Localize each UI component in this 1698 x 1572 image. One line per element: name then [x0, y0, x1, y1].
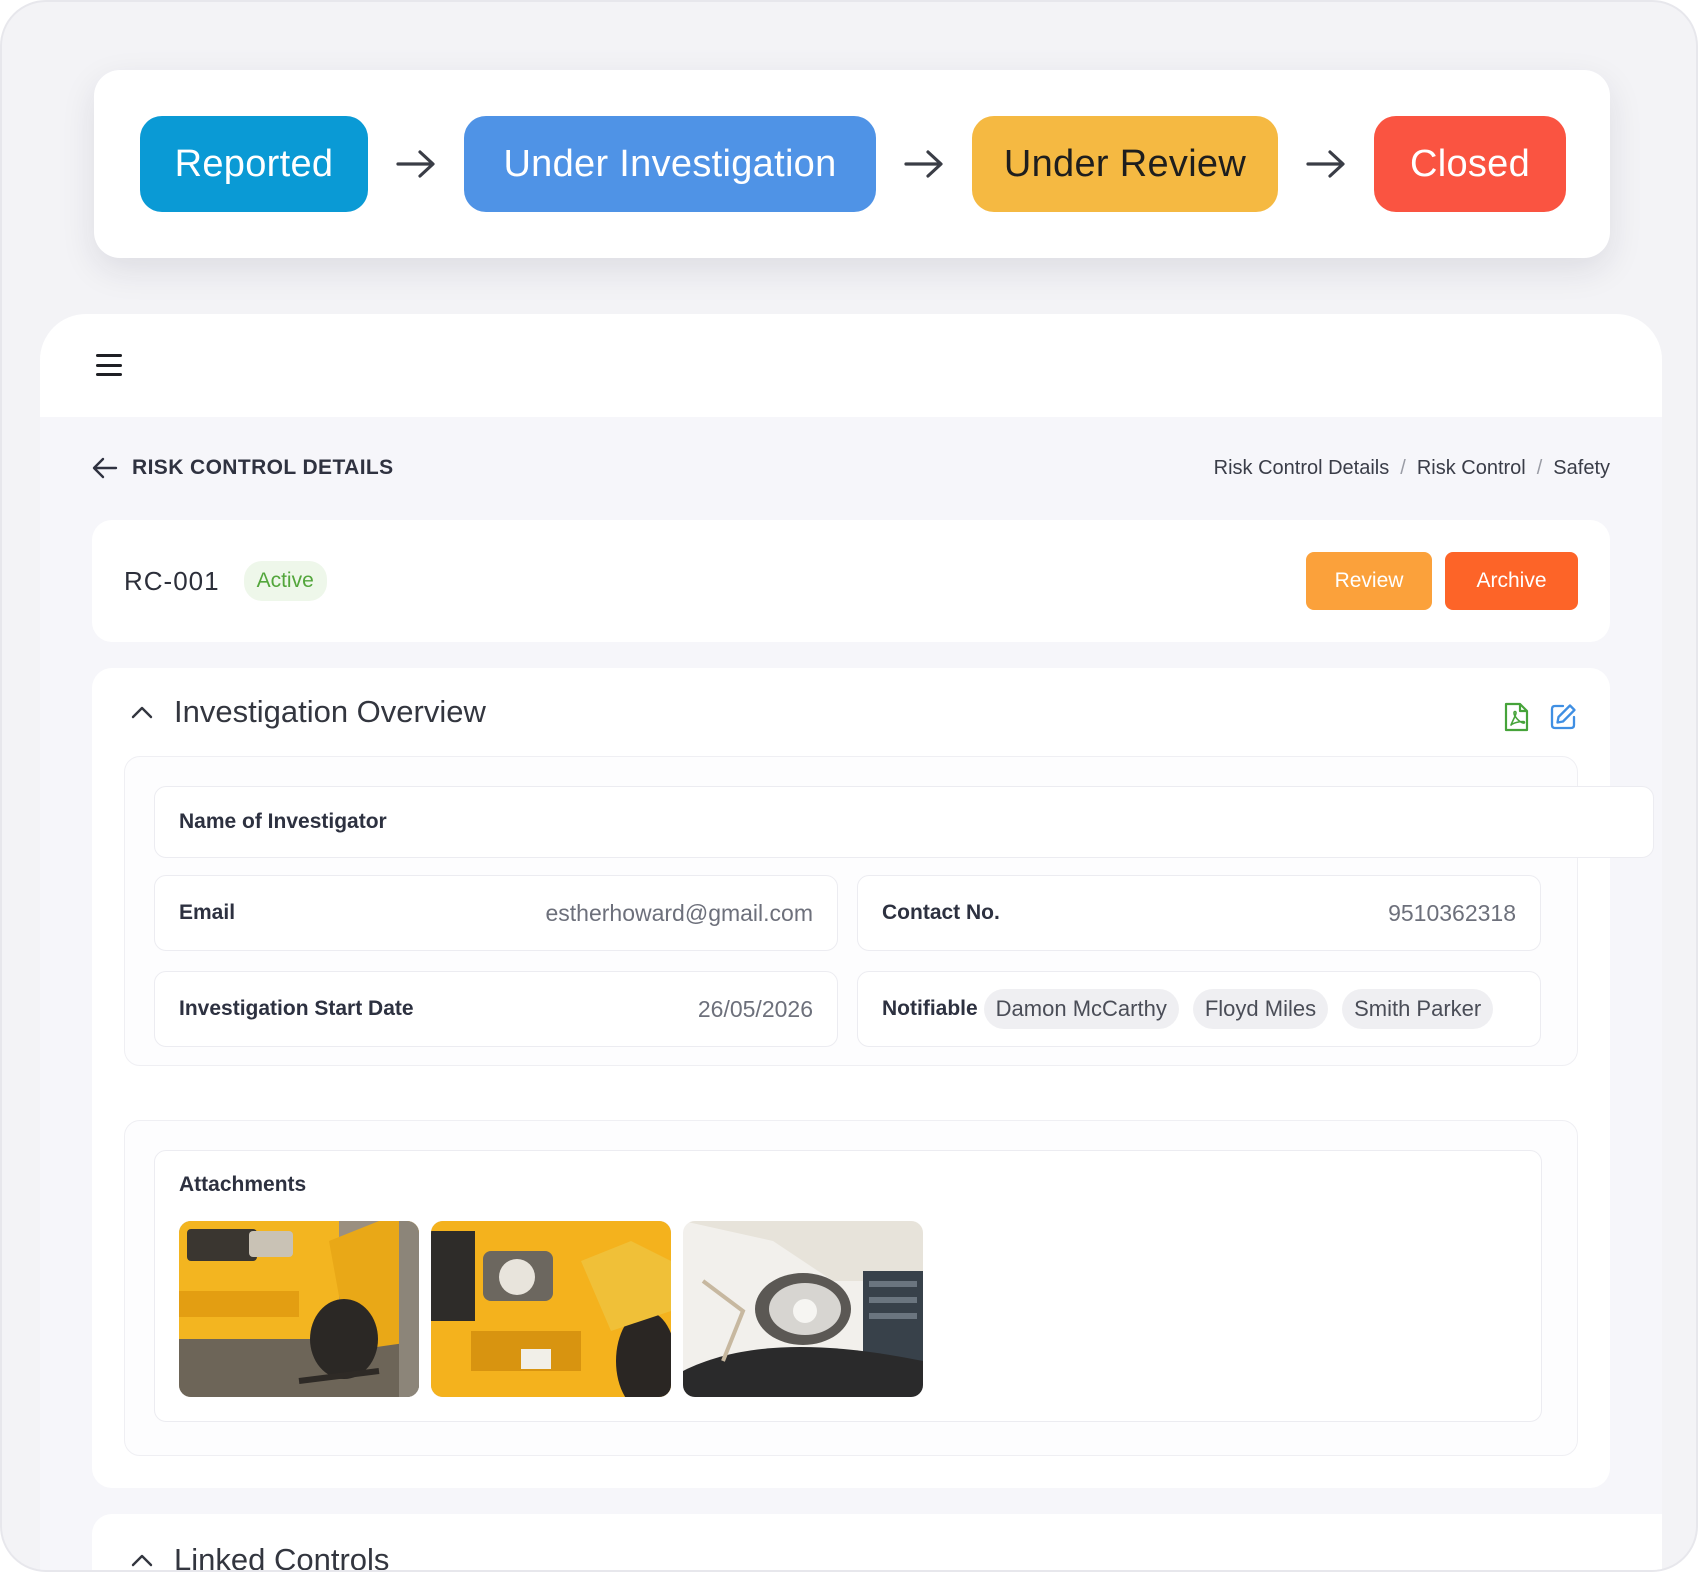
status-badge: Active [243, 561, 327, 601]
record-actions: Review Archive [1306, 552, 1578, 610]
notifiable-label: Notifiable [882, 997, 978, 1020]
investigator-details-box: Name of Investigator Email estherhoward@… [124, 756, 1654, 1066]
arrow-right-icon [368, 149, 464, 179]
status-step-reported[interactable]: Reported [140, 116, 368, 212]
attachment-thumbnail[interactable] [179, 1221, 419, 1397]
investigator-name-label: Name of Investigator [179, 810, 387, 833]
notifiable-chips: Damon McCarthy Floyd Miles Smith Parker [983, 989, 1494, 1029]
contact-value: 9510362318 [1388, 899, 1516, 926]
breadcrumb-risk-control-details[interactable]: Risk Control Details [1214, 457, 1390, 480]
linked-controls-card: Linked Controls [92, 1514, 1662, 1572]
back-nav: RISK CONTROL DETAILS [92, 456, 394, 480]
notifiable-chip[interactable]: Damon McCarthy [983, 989, 1179, 1029]
investigation-overview-card: Investigation Overview Name of Investiga… [92, 668, 1654, 1488]
investigator-name-field: Name of Investigator [154, 786, 1654, 858]
section-title: Investigation Overview [174, 694, 486, 729]
page-header: RISK CONTROL DETAILS Risk Control Detail… [92, 448, 1610, 488]
app-window: RISK CONTROL DETAILS Risk Control Detail… [40, 314, 1662, 1572]
attachments-box: Attachments [124, 1120, 1578, 1456]
record-id: RC-001 [124, 565, 220, 596]
review-button[interactable]: Review [1306, 552, 1432, 610]
start-date-label: Investigation Start Date [179, 997, 414, 1020]
archive-button[interactable]: Archive [1445, 552, 1578, 610]
start-date-field: Investigation Start Date 26/05/2026 [154, 971, 838, 1047]
linked-controls-header[interactable]: Linked Controls [130, 1542, 390, 1572]
contact-label: Contact No. [882, 901, 1000, 924]
section-actions [1502, 702, 1578, 732]
breadcrumb-risk-control[interactable]: Risk Control [1417, 457, 1526, 480]
status-step-closed[interactable]: Closed [1374, 116, 1566, 212]
breadcrumb-separator: / [1400, 456, 1406, 479]
notifiable-chip[interactable]: Floyd Miles [1192, 989, 1329, 1029]
status-step-under-review[interactable]: Under Review [972, 116, 1278, 212]
linked-controls-title: Linked Controls [174, 1542, 390, 1572]
attachments-label: Attachments [179, 1173, 307, 1196]
top-bar [40, 314, 1662, 417]
notifiable-field: Notifiable Damon McCarthy Floyd Miles Sm… [857, 971, 1541, 1047]
pdf-icon[interactable] [1502, 702, 1530, 732]
email-field: Email estherhoward@gmail.com [154, 875, 838, 951]
email-value: estherhoward@gmail.com [545, 899, 813, 926]
page-title: RISK CONTROL DETAILS [132, 456, 394, 479]
menu-icon[interactable] [96, 354, 122, 376]
record-header-card: RC-001 Active Review Archive [92, 520, 1610, 642]
start-date-value: 26/05/2026 [697, 995, 813, 1022]
device-frame: Reported Under Investigation Under Revie… [0, 0, 1698, 1572]
attachment-thumbnail[interactable] [431, 1221, 671, 1397]
arrow-right-icon [1278, 149, 1374, 179]
status-step-under-investigation[interactable]: Under Investigation [464, 116, 876, 212]
attachments-panel: Attachments [154, 1150, 1542, 1422]
chevron-up-icon[interactable] [130, 704, 154, 720]
notifiable-chip[interactable]: Smith Parker [1342, 989, 1494, 1029]
arrow-right-icon [876, 149, 972, 179]
contact-field: Contact No. 9510362318 [857, 875, 1541, 951]
attachment-thumbnail[interactable] [683, 1221, 923, 1397]
attachment-thumbnails [179, 1221, 923, 1397]
breadcrumb-safety[interactable]: Safety [1553, 457, 1610, 480]
edit-icon[interactable] [1548, 702, 1578, 732]
section-header[interactable]: Investigation Overview [130, 694, 486, 730]
workflow-status-bar: Reported Under Investigation Under Revie… [94, 70, 1610, 258]
breadcrumb: Risk Control Details / Risk Control / Sa… [1214, 457, 1610, 480]
back-arrow-icon[interactable] [92, 457, 118, 479]
chevron-up-icon[interactable] [130, 1552, 154, 1568]
breadcrumb-separator: / [1536, 456, 1543, 479]
email-label: Email [179, 901, 236, 924]
